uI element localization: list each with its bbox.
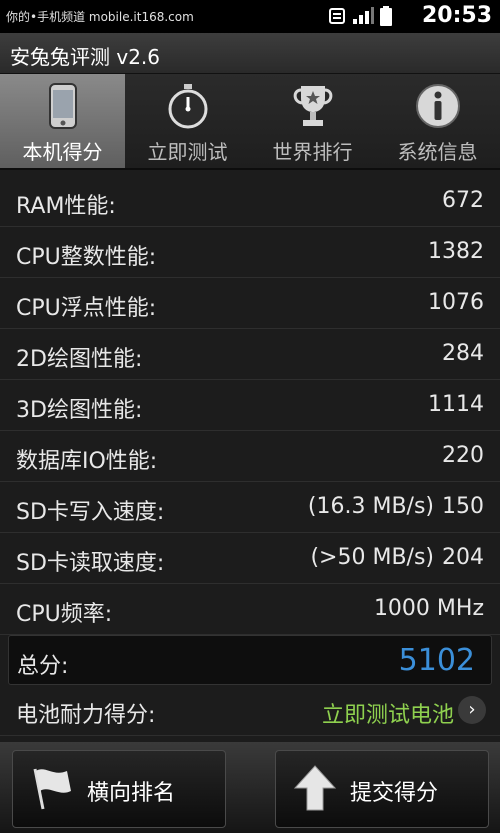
result-row-cpu-float: CPU浮点性能: 1076 — [0, 278, 500, 329]
tab-world-ranking[interactable]: 世界排行 — [250, 74, 375, 168]
total-label: 总分: — [17, 654, 69, 679]
battery-label: 电池耐力得分: — [16, 703, 156, 728]
battery-icon — [380, 6, 392, 26]
results-list: RAM性能: 672 CPU整数性能: 1382 CPU浮点性能: 1076 2… — [0, 176, 500, 736]
result-value: 1382 — [428, 239, 484, 264]
chevron-right-icon[interactable]: › — [458, 696, 486, 724]
result-row-sd-write: SD卡写入速度: (16.3 MB/s) 150 — [0, 482, 500, 533]
result-value: 204 — [442, 545, 484, 570]
status-site-text: 你的•手机频道 mobile.it168.com — [6, 10, 194, 24]
result-label: 数据库IO性能: — [16, 449, 158, 474]
total-score-row: 总分: 5102 — [8, 635, 492, 685]
submit-score-button[interactable]: 提交得分 — [275, 750, 489, 828]
result-row-cpu-frequency: CPU频率: 1000 MHz — [0, 584, 500, 635]
result-label: 3D绘图性能: — [16, 398, 143, 423]
tab-label: 系统信息 — [397, 140, 478, 164]
stopwatch-icon — [168, 84, 207, 129]
submit-button-label: 提交得分 — [350, 781, 439, 806]
bottom-action-bar: 横向排名 提交得分 — [0, 742, 500, 833]
result-row-database-io: 数据库IO性能: 220 — [0, 431, 500, 482]
result-label: CPU浮点性能: — [16, 296, 157, 321]
result-label: RAM性能: — [16, 194, 116, 219]
result-label: CPU整数性能: — [16, 245, 157, 270]
tab-label: 世界排行 — [272, 140, 353, 164]
tab-bar: 本机得分 立即测试 世界排行 系统信息 — [0, 74, 500, 170]
arrow-up-icon — [293, 765, 337, 811]
tab-label: 立即测试 — [147, 140, 228, 164]
trophy-icon — [293, 86, 332, 126]
test-battery-link[interactable]: 立即测试电池 — [322, 697, 454, 729]
result-speed: (>50 MB/s) — [310, 545, 434, 570]
result-value: 220 — [442, 443, 484, 468]
result-label: SD卡读取速度: — [16, 551, 165, 576]
app-title: 安兔兔评测 v2.6 — [10, 45, 160, 69]
flag-icon — [33, 768, 71, 810]
tab-my-score[interactable]: 本机得分 — [0, 74, 125, 168]
status-clock: 20:53 — [421, 3, 492, 28]
result-value: 1000 MHz — [373, 596, 484, 621]
ranking-button[interactable]: 横向排名 — [12, 750, 226, 828]
phone-icon — [48, 83, 77, 129]
battery-row[interactable]: 电池耐力得分: 立即测试电池 › — [0, 685, 500, 736]
result-row-3d: 3D绘图性能: 1114 — [0, 380, 500, 431]
tab-test-now[interactable]: 立即测试 — [125, 74, 250, 168]
tab-system-info[interactable]: 系统信息 — [375, 74, 500, 168]
result-label: 2D绘图性能: — [16, 347, 143, 372]
status-icons — [328, 6, 392, 26]
result-row-cpu-integer: CPU整数性能: 1382 — [0, 227, 500, 278]
total-score-value: 5102 — [398, 643, 475, 678]
result-row-ram: RAM性能: 672 — [0, 176, 500, 227]
result-speed: (16.3 MB/s) — [307, 494, 434, 519]
result-row-sd-read: SD卡读取速度: (>50 MB/s) 204 — [0, 533, 500, 584]
result-label: SD卡写入速度: — [16, 500, 165, 525]
result-value: 672 — [442, 188, 484, 213]
result-value: 1076 — [428, 290, 484, 315]
result-value: 284 — [442, 341, 484, 366]
result-label: CPU频率: — [16, 602, 113, 627]
title-bar: 安兔兔评测 v2.6 — [0, 33, 500, 74]
status-bar: 你的•手机频道 mobile.it168.com 20:53 — [0, 0, 500, 33]
signal-icon — [353, 7, 374, 24]
result-value: 1114 — [428, 392, 484, 417]
result-row-2d: 2D绘图性能: 284 — [0, 329, 500, 380]
info-icon — [415, 84, 460, 128]
notification-icon — [329, 8, 345, 24]
tab-label: 本机得分 — [22, 140, 103, 164]
ranking-button-label: 横向排名 — [87, 781, 176, 806]
result-value: 150 — [442, 494, 484, 519]
